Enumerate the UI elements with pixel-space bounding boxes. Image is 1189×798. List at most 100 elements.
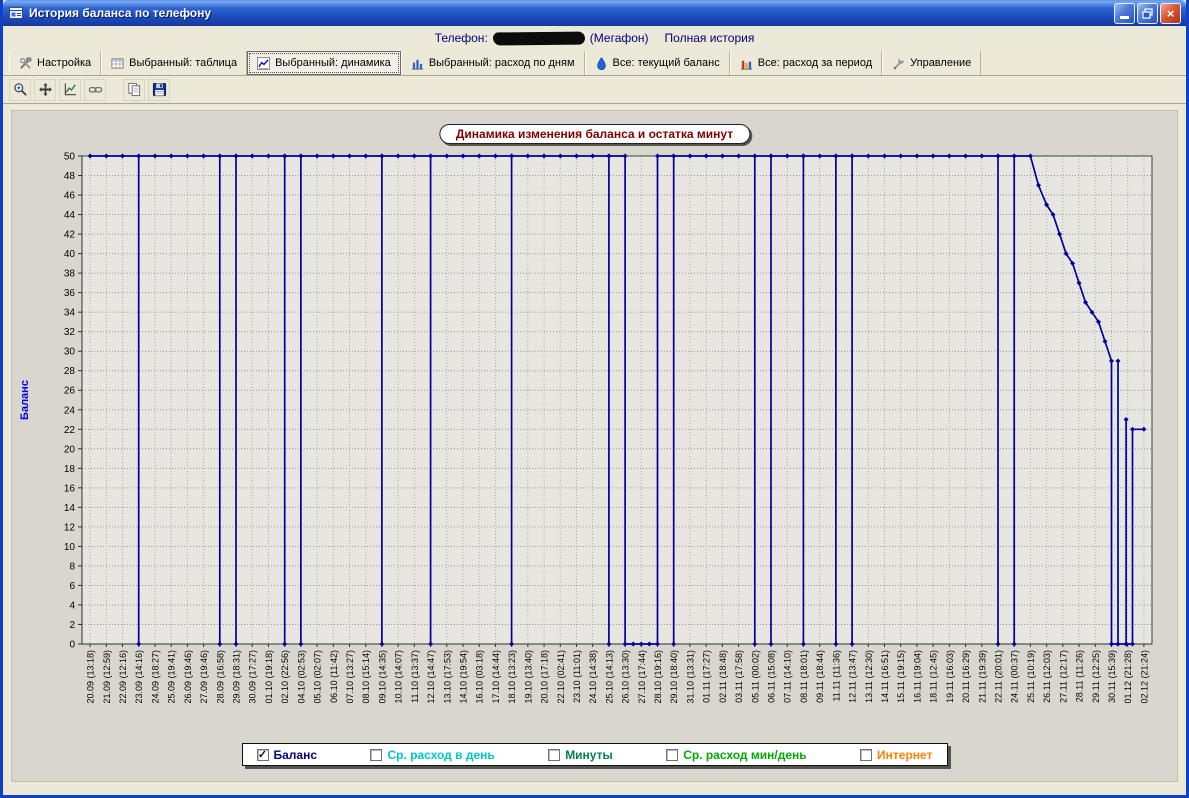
svg-text:06.11 (15:08): 06.11 (15:08) <box>767 650 777 703</box>
svg-text:18: 18 <box>64 464 76 475</box>
minimize-icon <box>1120 16 1129 19</box>
svg-text:27.10 (17:44): 27.10 (17:44) <box>637 650 647 704</box>
svg-text:27.09 (19:46): 27.09 (19:46) <box>199 650 209 704</box>
legend-label: Минуты <box>565 747 613 762</box>
tab-bar: Настройка Выбранный: таблица Выбранный: ди… <box>3 50 1186 76</box>
svg-text:48: 48 <box>64 171 76 182</box>
titlebar: История баланса по телефону × <box>3 0 1186 26</box>
history-label: Полная история <box>664 31 755 45</box>
svg-text:34: 34 <box>64 308 76 319</box>
phone-number-redacted <box>492 31 585 45</box>
histogram-icon <box>740 57 753 70</box>
svg-text:02.11 (18:48): 02.11 (18:48) <box>718 650 728 703</box>
chart-legend: ✓ Баланс Ср. расход в день Минуты Ср. расход… <box>241 743 948 766</box>
svg-text:40: 40 <box>64 249 76 260</box>
svg-text:22.10 (02:41): 22.10 (02:41) <box>556 650 566 704</box>
svg-text:0: 0 <box>69 640 75 651</box>
svg-text:18.10 (13:23): 18.10 (13:23) <box>507 650 517 704</box>
legend-checkbox-minutes[interactable] <box>548 748 561 761</box>
svg-text:16: 16 <box>64 483 76 494</box>
legend-item-internet: Интернет <box>860 748 932 762</box>
phone-label: Телефон: <box>434 31 488 45</box>
pan-icon <box>38 82 53 97</box>
minimize-button[interactable] <box>1114 2 1135 24</box>
tab-selected-dynamics[interactable]: Выбранный: динамика <box>247 51 401 75</box>
tab-management[interactable]: Управление <box>882 51 982 75</box>
window-title: История баланса по телефону <box>29 6 212 20</box>
svg-text:23.10 (11:01): 23.10 (11:01) <box>572 650 582 703</box>
legend-checkbox-balance[interactable]: ✓ <box>256 748 269 761</box>
chart-toolbar <box>3 76 1186 104</box>
legend-item-balance: ✓ Баланс <box>256 748 317 762</box>
svg-text:13.11 (12:30): 13.11 (12:30) <box>864 650 874 703</box>
tab-settings[interactable]: Настройка <box>9 51 102 75</box>
svg-text:25.09 (19:41): 25.09 (19:41) <box>167 650 177 704</box>
svg-text:13.10 (17:53): 13.10 (17:53) <box>442 650 452 704</box>
link-button[interactable] <box>84 78 106 101</box>
svg-text:28: 28 <box>64 366 76 377</box>
svg-text:01.11 (17:27): 01.11 (17:27) <box>702 650 712 703</box>
zoom-in-icon <box>13 82 28 97</box>
svg-text:16.10 (03:18): 16.10 (03:18) <box>475 650 485 704</box>
legend-checkbox-avg-expense-per-day[interactable] <box>370 748 383 761</box>
svg-text:42: 42 <box>64 230 76 241</box>
svg-text:05.10 (02:07): 05.10 (02:07) <box>313 650 323 704</box>
svg-text:21.09 (12:59): 21.09 (12:59) <box>102 650 112 704</box>
droplet-icon <box>595 56 608 70</box>
svg-text:14: 14 <box>64 503 76 514</box>
legend-item-minutes: Минуты <box>548 748 613 762</box>
tab-selected-table[interactable]: Выбранный: таблица <box>101 51 248 75</box>
zoom-in-button[interactable] <box>9 78 31 101</box>
tab-label: Все: текущий баланс <box>612 57 720 69</box>
svg-text:08.10 (15:14): 08.10 (15:14) <box>361 650 371 704</box>
legend-label: Ср. расход мин/день <box>683 747 807 762</box>
table-icon <box>111 57 124 70</box>
svg-text:20.09 (13:18): 20.09 (13:18) <box>86 650 96 704</box>
svg-text:08.11 (18:01): 08.11 (18:01) <box>799 650 809 703</box>
tab-selected-daily-expense[interactable]: Выбранный: расход по дням <box>400 51 585 75</box>
close-button[interactable]: × <box>1160 2 1181 24</box>
bar-chart-icon <box>411 57 424 70</box>
svg-text:11.11 (11:36): 11.11 (11:36) <box>831 650 841 702</box>
svg-text:15.11 (19:15): 15.11 (19:15) <box>896 650 906 703</box>
svg-text:30.11 (15:39): 30.11 (15:39) <box>1107 650 1117 703</box>
tab-all-current-balance[interactable]: Все: текущий баланс <box>584 51 730 75</box>
svg-text:46: 46 <box>64 191 76 202</box>
svg-text:24.10 (14:38): 24.10 (14:38) <box>588 650 598 704</box>
legend-checkbox-avg-expense-min-per-day[interactable] <box>666 748 679 761</box>
tools-icon <box>19 57 32 70</box>
svg-text:24: 24 <box>64 405 76 416</box>
tab-label: Выбранный: таблица <box>129 57 238 69</box>
svg-text:22: 22 <box>64 425 76 436</box>
svg-text:12.10 (14:47): 12.10 (14:47) <box>426 650 436 704</box>
restore-button[interactable] <box>1137 2 1158 24</box>
svg-text:14.10 (19:54): 14.10 (19:54) <box>458 650 468 704</box>
svg-text:22.09 (12:16): 22.09 (12:16) <box>118 650 128 704</box>
save-button[interactable] <box>148 78 170 101</box>
wrench-icon <box>892 57 905 70</box>
svg-text:25.11 (10:19): 25.11 (10:19) <box>1026 650 1036 703</box>
svg-text:04.10 (02:53): 04.10 (02:53) <box>296 650 306 704</box>
chart-button[interactable] <box>59 78 81 101</box>
operator-label: (Мегафон) <box>589 31 649 45</box>
restore-icon <box>1142 7 1153 19</box>
svg-text:09.10 (14:35): 09.10 (14:35) <box>377 650 387 704</box>
balance-chart[interactable]: 0246810121416182022242628303234363840424… <box>12 111 1177 739</box>
svg-text:29.09 (18:31): 29.09 (18:31) <box>232 650 242 704</box>
svg-text:17.10 (14:44): 17.10 (14:44) <box>491 650 501 704</box>
tab-all-expense-period[interactable]: Все: расход за период <box>729 51 883 75</box>
svg-text:28.10 (19:16): 28.10 (19:16) <box>653 650 663 704</box>
legend-item-avg-expense-per-day: Ср. расход в день <box>370 748 495 762</box>
window-controls: × <box>1114 2 1181 24</box>
copy-button[interactable] <box>123 78 145 101</box>
svg-text:26: 26 <box>64 386 76 397</box>
svg-text:23.09 (14:16): 23.09 (14:16) <box>134 650 144 704</box>
pan-button[interactable] <box>34 78 56 101</box>
app-icon[interactable] <box>8 5 24 21</box>
legend-checkbox-internet[interactable] <box>860 748 873 761</box>
svg-text:10.10 (14:07): 10.10 (14:07) <box>394 650 404 704</box>
svg-text:02.10 (22:56): 02.10 (22:56) <box>280 650 290 704</box>
svg-text:01.10 (19:18): 01.10 (19:18) <box>264 650 274 704</box>
svg-text:03.11 (17:58): 03.11 (17:58) <box>734 650 744 703</box>
tab-label: Все: расход за период <box>757 57 873 69</box>
